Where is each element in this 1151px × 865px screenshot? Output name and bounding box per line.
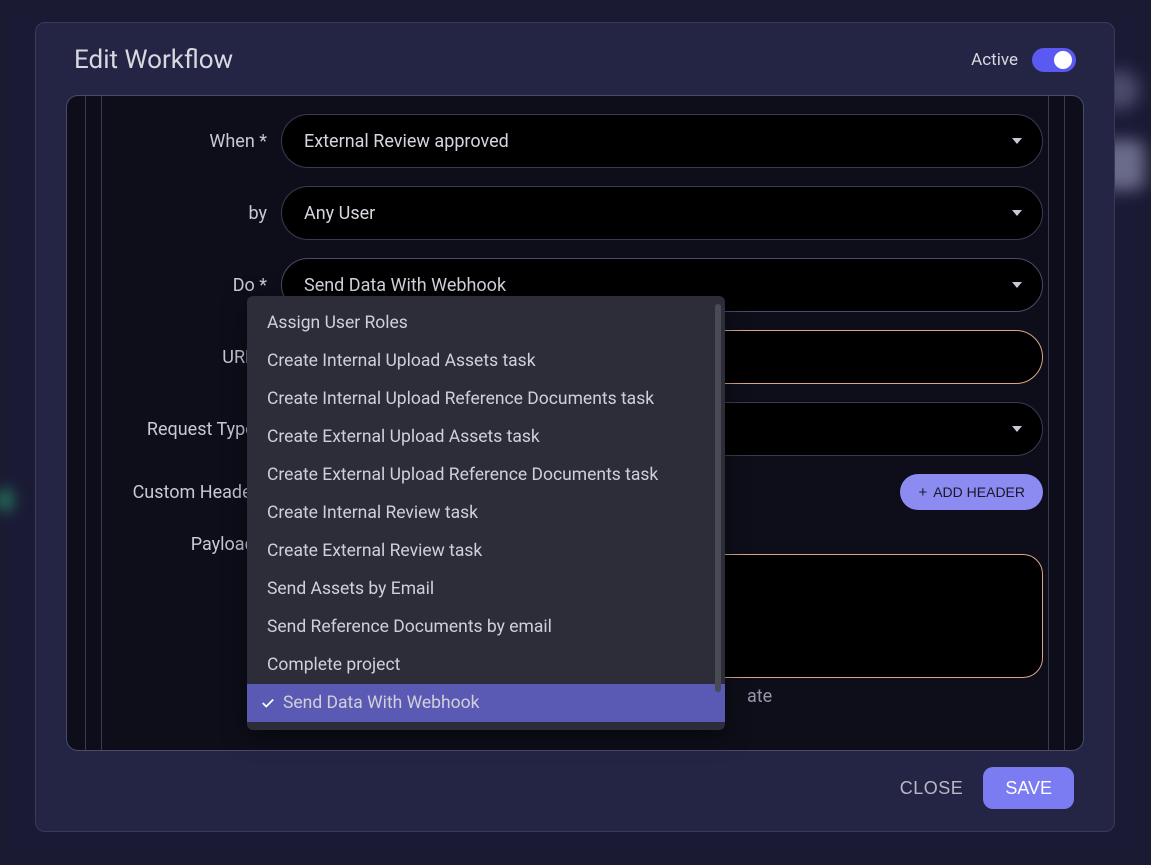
request-type-label: Request Type *	[107, 419, 267, 440]
active-label: Active	[971, 50, 1018, 70]
modal-title: Edit Workflow	[74, 45, 233, 75]
by-select[interactable]: Any User	[281, 186, 1043, 240]
toggle-knob	[1054, 51, 1072, 69]
modal-footer: CLOSE SAVE	[36, 751, 1114, 831]
payload-label: Payload *	[107, 528, 267, 555]
dropdown-item[interactable]: Create External Review task	[247, 532, 725, 570]
check-icon	[261, 696, 275, 710]
when-label: When *	[107, 131, 267, 152]
dropdown-item[interactable]: Send Assets by Email	[247, 570, 725, 608]
dropdown-item[interactable]: Send Reference Documents by email	[247, 608, 725, 646]
save-button[interactable]: SAVE	[983, 767, 1074, 809]
dropdown-item[interactable]: Complete project	[247, 646, 725, 684]
dropdown-item[interactable]: Assign User Roles	[247, 304, 725, 342]
dropdown-item-selected[interactable]: Send Data With Webhook	[247, 684, 725, 722]
active-toggle[interactable]	[1032, 48, 1076, 72]
by-label: by	[107, 203, 267, 224]
do-label: Do *	[107, 275, 267, 296]
chevron-down-icon	[1012, 210, 1022, 216]
chevron-down-icon	[1012, 138, 1022, 144]
dropdown-item[interactable]: Create Internal Upload Assets task	[247, 342, 725, 380]
when-select[interactable]: External Review approved	[281, 114, 1043, 168]
chevron-down-icon	[1012, 282, 1022, 288]
modal-header: Edit Workflow Active	[36, 23, 1114, 95]
dropdown-item[interactable]: Create Internal Upload Reference Documen…	[247, 380, 725, 418]
url-label: URL *	[107, 347, 267, 368]
custom-headers-label: Custom Headers	[107, 482, 267, 503]
scrollbar[interactable]	[715, 304, 721, 692]
dropdown-item[interactable]: Create External Upload Reference Documen…	[247, 456, 725, 494]
plus-icon: +	[918, 484, 927, 501]
add-header-button[interactable]: + ADD HEADER	[900, 474, 1043, 510]
dropdown-item[interactable]: Create Internal Review task	[247, 494, 725, 532]
do-dropdown: Assign User Roles Create Internal Upload…	[247, 296, 725, 730]
close-button[interactable]: CLOSE	[900, 778, 964, 799]
dropdown-item[interactable]: Create External Upload Assets task	[247, 418, 725, 456]
chevron-down-icon	[1012, 426, 1022, 432]
payload-hint-fragment: ate	[747, 686, 772, 707]
